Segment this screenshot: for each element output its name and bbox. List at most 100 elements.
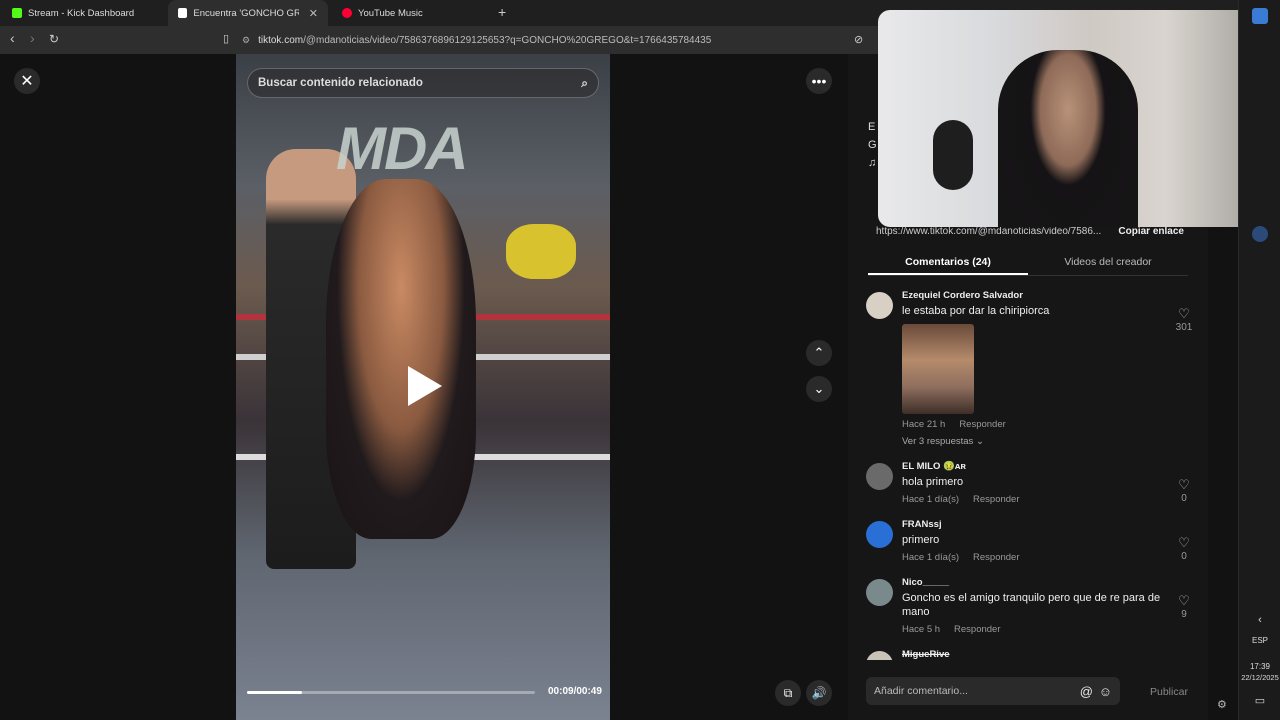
chevron-up-icon: ⌃ xyxy=(813,345,825,360)
clock-time[interactable]: 17:39 xyxy=(1239,662,1280,671)
tab-label: YouTube Music xyxy=(358,7,423,19)
comment-input[interactable] xyxy=(874,685,1074,697)
fighter-figure xyxy=(326,179,476,539)
like-count: 301 xyxy=(1175,322,1193,333)
video-time: 00:09/00:49 xyxy=(548,686,602,697)
tab-creator-videos[interactable]: Videos del creador xyxy=(1028,252,1188,275)
pip-icon: ⧉ xyxy=(783,685,793,700)
chevron-left-icon[interactable]: ‹ xyxy=(1239,614,1280,626)
like-button[interactable]: ♡ 0 xyxy=(1172,477,1196,504)
like-button[interactable]: ♡ 0 xyxy=(1172,535,1196,562)
back-icon[interactable]: ‹ xyxy=(10,30,15,46)
comment-text: le estaba por dar la chiripiorca xyxy=(902,305,1050,317)
close-video-button[interactable]: ✕ xyxy=(14,68,40,94)
comment-text: hola primero xyxy=(902,476,964,488)
site-settings-icon[interactable]: ⚙ xyxy=(242,35,250,46)
comment-username[interactable]: EL MILO 🤢ᴀʀ xyxy=(902,461,1196,472)
comment-username[interactable]: FRANssj xyxy=(902,519,1196,530)
floating-player-button[interactable]: ⧉ xyxy=(775,680,801,706)
reply-button[interactable]: Responder xyxy=(973,552,1019,563)
volume-button[interactable]: 🔊 xyxy=(806,680,832,706)
tab-comments[interactable]: Comentarios (24) xyxy=(868,252,1028,275)
like-count: 0 xyxy=(1181,551,1187,562)
tab-kick-dashboard[interactable]: Stream - Kick Dashboard xyxy=(2,0,166,26)
heart-icon: ♡ xyxy=(1178,306,1190,321)
comment-item: Ezequiel Cordero Salvador le estaba por … xyxy=(866,290,1196,447)
publish-button[interactable]: Publicar xyxy=(1150,686,1188,698)
view-replies-label: Ver 3 respuestas xyxy=(902,436,974,447)
comment-time: Hace 5 h xyxy=(902,624,941,635)
notifications-icon[interactable]: ▭ xyxy=(1239,694,1280,707)
more-icon: ••• xyxy=(811,73,827,89)
reply-button[interactable]: Responder xyxy=(973,494,1019,505)
close-tab-icon[interactable]: ✕ xyxy=(309,7,318,20)
reload-icon[interactable]: ↻ xyxy=(49,32,59,46)
url-site: tiktok.com xyxy=(258,34,304,46)
comment-item: EL MILO 🤢ᴀʀ hola primero Hace 1 día(s) Re… xyxy=(866,461,1196,505)
reply-button[interactable]: Responder xyxy=(959,419,1005,430)
close-icon: ✕ xyxy=(20,73,34,90)
media-blocked-icon[interactable]: ⊘ xyxy=(854,33,863,46)
chevron-down-icon: ⌄ xyxy=(813,381,825,396)
glove-figure xyxy=(506,224,576,279)
comment-time: Hace 1 día(s) xyxy=(902,552,960,563)
video-progress-fill xyxy=(247,691,302,694)
comment-list[interactable]: Ezequiel Cordero Salvador le estaba por … xyxy=(866,290,1196,660)
tab-youtube-music[interactable]: YouTube Music xyxy=(332,0,492,26)
copy-link-button[interactable]: Copiar enlace xyxy=(1118,226,1184,237)
video-progress-bar[interactable] xyxy=(247,691,535,694)
tab-tiktok-search[interactable]: Encuentra 'GONCHO GREGO' en ✕ xyxy=(168,0,328,26)
like-button[interactable]: ♡ 9 xyxy=(1172,593,1196,620)
comment-item: Nico_____ Goncho es el amigo tranquilo p… xyxy=(866,577,1196,635)
comment-input-box[interactable]: @ ☺ xyxy=(866,677,1120,705)
avatar[interactable] xyxy=(866,292,893,319)
like-count: 0 xyxy=(1181,493,1187,504)
share-link[interactable]: https://www.tiktok.com/@mdanoticias/vide… xyxy=(876,226,1101,237)
avatar[interactable] xyxy=(866,579,893,606)
clock-date[interactable]: 22/12/2025 xyxy=(1239,673,1280,682)
next-video-button[interactable]: ⌄ xyxy=(806,376,832,402)
mention-icon[interactable]: @ xyxy=(1080,684,1093,699)
tiktok-icon xyxy=(178,8,188,18)
url-path: /@mdanoticias/video/7586376896129125653?… xyxy=(303,34,712,46)
forward-icon[interactable]: › xyxy=(30,30,35,46)
previous-video-button[interactable]: ⌃ xyxy=(806,340,832,366)
like-count: 9 xyxy=(1181,609,1187,620)
like-button[interactable]: ♡ 301 xyxy=(1172,306,1196,333)
steam-icon[interactable] xyxy=(1252,226,1268,242)
comment-username[interactable]: Ezequiel Cordero Salvador xyxy=(902,290,1196,301)
comment-time: Hace 21 h xyxy=(902,419,946,430)
url-field[interactable]: ⚙ tiktok.com/@mdanoticias/video/75863768… xyxy=(242,30,882,50)
comment-text: Goncho es el amigo tranquilo pero que de… xyxy=(902,592,1161,618)
comment-username[interactable]: MigueRive xyxy=(902,649,1196,660)
view-replies-button[interactable]: Ver 3 respuestas ⌄ xyxy=(902,436,1196,447)
related-search-input[interactable] xyxy=(258,77,558,89)
comment-image[interactable] xyxy=(902,324,974,414)
heart-icon: ♡ xyxy=(1178,535,1190,550)
new-tab-button[interactable]: + xyxy=(498,4,506,20)
comment-text: primero xyxy=(902,534,940,546)
mda-logo: MDA xyxy=(336,115,469,182)
bookmark-icon[interactable]: ▯ xyxy=(223,32,229,45)
heart-icon: ♡ xyxy=(1178,477,1190,492)
youtube-music-icon xyxy=(342,8,352,18)
avatar[interactable] xyxy=(866,521,893,548)
comment-item: MigueRive xyxy=(866,649,1196,660)
more-options-button[interactable]: ••• xyxy=(806,68,832,94)
windows-start-icon[interactable] xyxy=(1252,8,1268,24)
avatar[interactable] xyxy=(866,463,893,490)
webcam-overlay xyxy=(878,10,1262,227)
heart-icon: ♡ xyxy=(1178,593,1190,608)
settings-gear-icon[interactable]: ⚙ xyxy=(1217,698,1227,711)
related-search-bar[interactable]: ⌕ xyxy=(247,68,599,98)
taskbar: ‹ ESP 17:39 22/12/2025 ▭ xyxy=(1238,0,1280,720)
language-indicator[interactable]: ESP xyxy=(1239,636,1280,645)
avatar[interactable] xyxy=(866,651,893,660)
reply-button[interactable]: Responder xyxy=(954,624,1000,635)
search-icon[interactable]: ⌕ xyxy=(581,76,588,91)
microphone-figure xyxy=(933,120,973,190)
play-icon[interactable] xyxy=(408,366,442,406)
emoji-icon[interactable]: ☺ xyxy=(1099,684,1112,699)
comment-username[interactable]: Nico_____ xyxy=(902,577,1196,588)
kick-icon xyxy=(12,8,22,18)
